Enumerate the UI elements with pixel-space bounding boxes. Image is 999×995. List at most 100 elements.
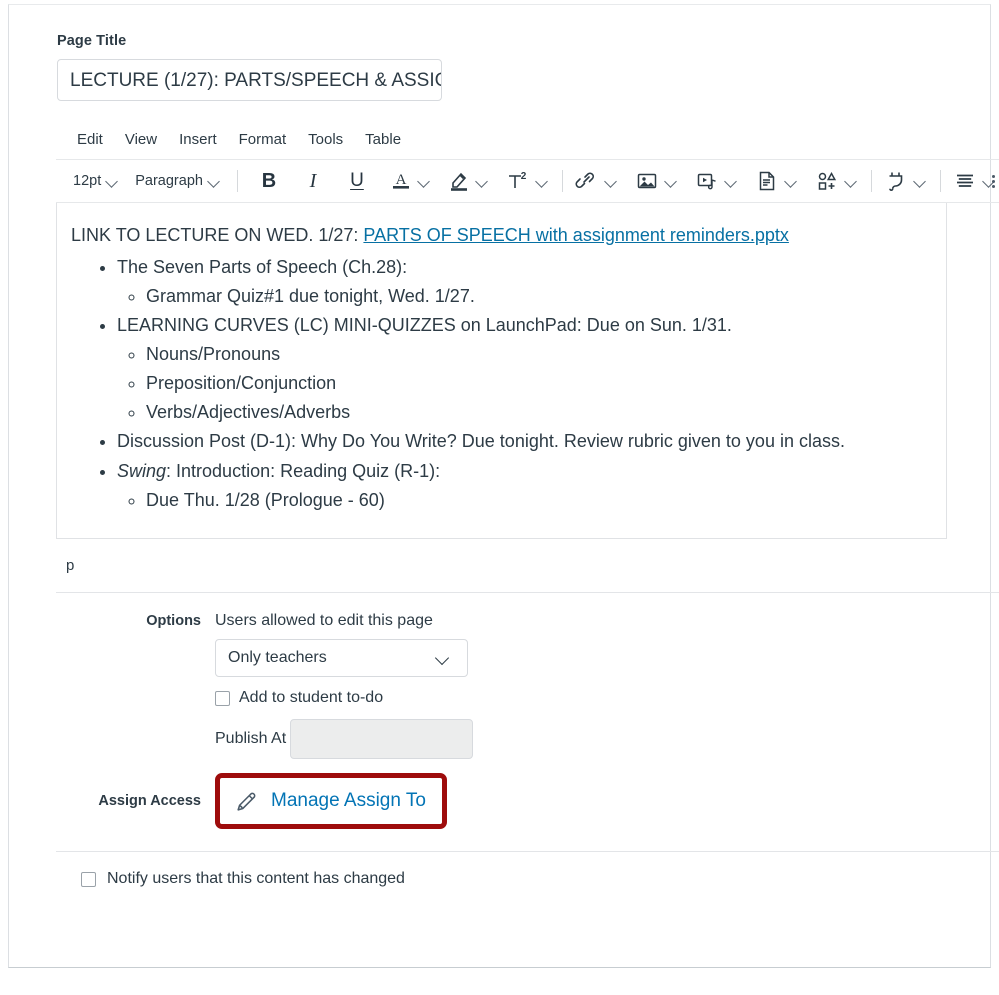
bold-button[interactable]: B — [256, 167, 282, 195]
superscript-icon: 2 — [506, 169, 530, 193]
users-allowed-label: Users allowed to edit this page — [215, 612, 433, 629]
media-button[interactable] — [692, 167, 722, 195]
chevron-down-icon[interactable] — [785, 175, 797, 187]
chevron-down-icon[interactable] — [418, 175, 430, 187]
publish-at-row: Publish At — [215, 719, 957, 759]
bullet-text: The Seven Parts of Speech (Ch.28): — [117, 256, 408, 277]
notify-users-checkbox[interactable] — [81, 871, 96, 887]
student-todo-row: Add to student to-do — [215, 689, 957, 707]
chevron-down-icon[interactable] — [914, 175, 926, 187]
rce-menubar: Edit View Insert Format Tools Table — [56, 123, 999, 160]
menu-tools[interactable]: Tools — [297, 125, 354, 155]
highlight-color-icon — [448, 169, 470, 193]
list-item: Due Thu. 1/28 (Prologue - 60) — [146, 486, 922, 515]
editor-sublist: Grammar Quiz#1 due tonight, Wed. 1/27. — [117, 282, 922, 311]
menu-format[interactable]: Format — [228, 125, 298, 155]
bullet-text-italic: Swing — [117, 460, 167, 481]
image-icon — [635, 169, 659, 193]
pencil-icon — [234, 789, 259, 814]
highlight-annotation: Manage Assign To — [215, 773, 447, 829]
highlight-color-button[interactable] — [445, 167, 473, 195]
chevron-down-icon[interactable] — [845, 175, 857, 187]
editor-status-path[interactable]: p — [66, 557, 999, 574]
bold-icon: B — [261, 169, 277, 192]
superscript-button[interactable]: 2 — [503, 167, 533, 195]
options-label: Options — [146, 613, 201, 629]
publish-at-input[interactable] — [290, 719, 474, 759]
svg-text:A: A — [396, 172, 407, 188]
list-item: Discussion Post (D-1): Why Do You Write?… — [117, 427, 922, 456]
chevron-down-icon[interactable] — [605, 175, 617, 187]
page-title-label: Page Title — [57, 33, 127, 49]
manage-assign-to-button[interactable]: Manage Assign To — [220, 778, 442, 824]
page-frame: Page Title LECTURE (1/27): PARTS/SPEECH … — [8, 4, 999, 968]
page-content: Page Title LECTURE (1/27): PARTS/SPEECH … — [56, 33, 999, 888]
underline-icon: U — [350, 170, 364, 191]
editor-sublist: Nouns/Pronouns Preposition/Conjunction V… — [117, 340, 922, 427]
list-item: Nouns/Pronouns — [146, 340, 922, 369]
block-format-dropdown[interactable]: Paragraph — [126, 167, 228, 195]
rce-content-area[interactable]: LINK TO LECTURE ON WED. 1/27: PARTS OF S… — [56, 203, 947, 539]
editor-intro-paragraph: LINK TO LECTURE ON WED. 1/27: PARTS OF S… — [71, 223, 922, 249]
menu-table[interactable]: Table — [354, 125, 412, 155]
toolbar-divider — [561, 170, 563, 192]
page-title-input[interactable]: LECTURE (1/27): PARTS/SPEECH & ASSIGNM — [57, 59, 442, 101]
font-size-dropdown[interactable]: 12pt — [64, 167, 126, 195]
apps-icon — [815, 169, 839, 193]
toolbar-divider — [939, 170, 941, 192]
chevron-down-icon — [106, 175, 118, 187]
text-color-button[interactable]: A — [387, 167, 415, 195]
svg-text:2: 2 — [521, 171, 527, 182]
link-button[interactable] — [572, 167, 602, 195]
student-todo-label: Add to student to-do — [239, 689, 384, 706]
underline-button[interactable]: U — [344, 167, 370, 195]
italic-button[interactable]: I — [300, 167, 326, 195]
align-icon — [953, 169, 977, 193]
list-item: LEARNING CURVES (LC) MINI-QUIZZES on Lau… — [117, 311, 922, 428]
list-item: Grammar Quiz#1 due tonight, Wed. 1/27. — [146, 282, 922, 311]
student-todo-checkbox[interactable] — [215, 690, 230, 706]
assign-access-label: Assign Access — [98, 793, 201, 809]
plugin-icon — [884, 169, 908, 193]
bullet-text: : Introduction: Reading Quiz (R-1): — [166, 460, 441, 481]
manage-assign-to-label: Manage Assign To — [271, 790, 426, 811]
chevron-down-icon[interactable] — [536, 175, 548, 187]
link-icon — [575, 169, 599, 193]
lecture-pptx-link[interactable]: PARTS OF SPEECH with assignment reminder… — [363, 225, 788, 245]
bullet-text: LEARNING CURVES (LC) MINI-QUIZZES on Lau… — [117, 314, 732, 335]
editor-bullet-list: The Seven Parts of Speech (Ch.28): Gramm… — [71, 253, 922, 515]
users-allowed-select[interactable]: Only teachers — [215, 639, 468, 677]
toolbar-divider — [870, 170, 872, 192]
rce-toolbar: 12pt Paragraph B I U A 2 — [56, 160, 999, 203]
menu-edit[interactable]: Edit — [66, 125, 114, 155]
media-icon — [695, 169, 719, 193]
text-color-icon: A — [390, 169, 412, 193]
chevron-down-icon — [436, 651, 450, 665]
divider — [56, 592, 999, 593]
list-item: Verbs/Adjectives/Adverbs — [146, 398, 922, 427]
chevron-down-icon[interactable] — [665, 175, 677, 187]
plugin-button[interactable] — [881, 167, 911, 195]
list-item: Preposition/Conjunction — [146, 369, 922, 398]
divider — [56, 851, 999, 852]
chevron-down-icon[interactable] — [725, 175, 737, 187]
list-item: Swing: Introduction: Reading Quiz (R-1):… — [117, 457, 922, 515]
image-button[interactable] — [632, 167, 662, 195]
document-button[interactable] — [752, 167, 782, 195]
align-button[interactable] — [950, 167, 980, 195]
chevron-down-icon[interactable] — [476, 175, 488, 187]
options-controls: Users allowed to edit this page Only tea… — [215, 611, 957, 759]
menu-view[interactable]: View — [114, 125, 168, 155]
list-item: The Seven Parts of Speech (Ch.28): Gramm… — [117, 253, 922, 311]
font-size-value: 12pt — [73, 173, 102, 189]
apps-button[interactable] — [812, 167, 842, 195]
users-allowed-value: Only teachers — [228, 649, 327, 666]
chevron-down-icon — [208, 175, 220, 187]
editor-intro-text: LINK TO LECTURE ON WED. 1/27: — [71, 225, 364, 245]
publish-at-label: Publish At — [215, 730, 287, 747]
overflow-kebab-icon[interactable] — [986, 173, 999, 190]
rich-content-editor: Edit View Insert Format Tools Table 12pt… — [56, 123, 999, 574]
menu-insert[interactable]: Insert — [168, 125, 228, 155]
editor-sublist: Due Thu. 1/28 (Prologue - 60) — [117, 486, 922, 515]
italic-icon: I — [309, 169, 317, 192]
